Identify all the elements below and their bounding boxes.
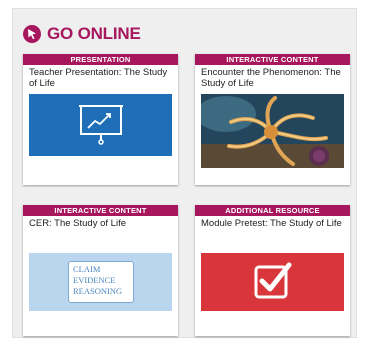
- checkbox-icon: [254, 262, 292, 299]
- cer-reasoning-text: REASONING: [73, 286, 123, 296]
- section-header: GO ONLINE: [23, 24, 141, 44]
- cer-label-box: CLAIM EVIDENCE REASONING: [68, 261, 134, 303]
- go-online-panel: GO ONLINE PRESENTATION Teacher Presentat…: [12, 8, 357, 338]
- cursor-click-icon: [23, 25, 41, 43]
- card-encounter-phenomenon[interactable]: INTERACTIVE CONTENT Encounter the Phenom…: [195, 54, 350, 185]
- card-tag: INTERACTIVE CONTENT: [23, 205, 178, 216]
- cer-evidence-text: EVIDENCE: [73, 275, 116, 285]
- card-title[interactable]: Encounter the Phenomenon: The Study of L…: [195, 65, 350, 92]
- cer-claim-text: CLAIM: [73, 264, 101, 274]
- card-title[interactable]: CER: The Study of Life: [23, 216, 178, 243]
- card-thumbnail[interactable]: CLAIM EVIDENCE REASONING: [29, 253, 172, 311]
- card-thumbnail[interactable]: [29, 94, 172, 156]
- card-tag: INTERACTIVE CONTENT: [195, 54, 350, 65]
- card-tag: ADDITIONAL RESOURCE: [195, 205, 350, 216]
- card-title[interactable]: Module Pretest: The Study of Life: [195, 216, 350, 243]
- sea-creature-photo: [201, 94, 344, 168]
- card-cer[interactable]: INTERACTIVE CONTENT CER: The Study of Li…: [23, 205, 178, 336]
- card-title[interactable]: Teacher Presentation: The Study of Life: [23, 65, 178, 92]
- section-title: GO ONLINE: [47, 24, 141, 43]
- card-tag: PRESENTATION: [23, 54, 178, 65]
- card-thumbnail[interactable]: [201, 253, 344, 311]
- card-module-pretest[interactable]: ADDITIONAL RESOURCE Module Pretest: The …: [195, 205, 350, 336]
- card-teacher-presentation[interactable]: PRESENTATION Teacher Presentation: The S…: [23, 54, 178, 185]
- presentation-chart-icon: [79, 105, 123, 145]
- card-thumbnail[interactable]: [201, 94, 344, 168]
